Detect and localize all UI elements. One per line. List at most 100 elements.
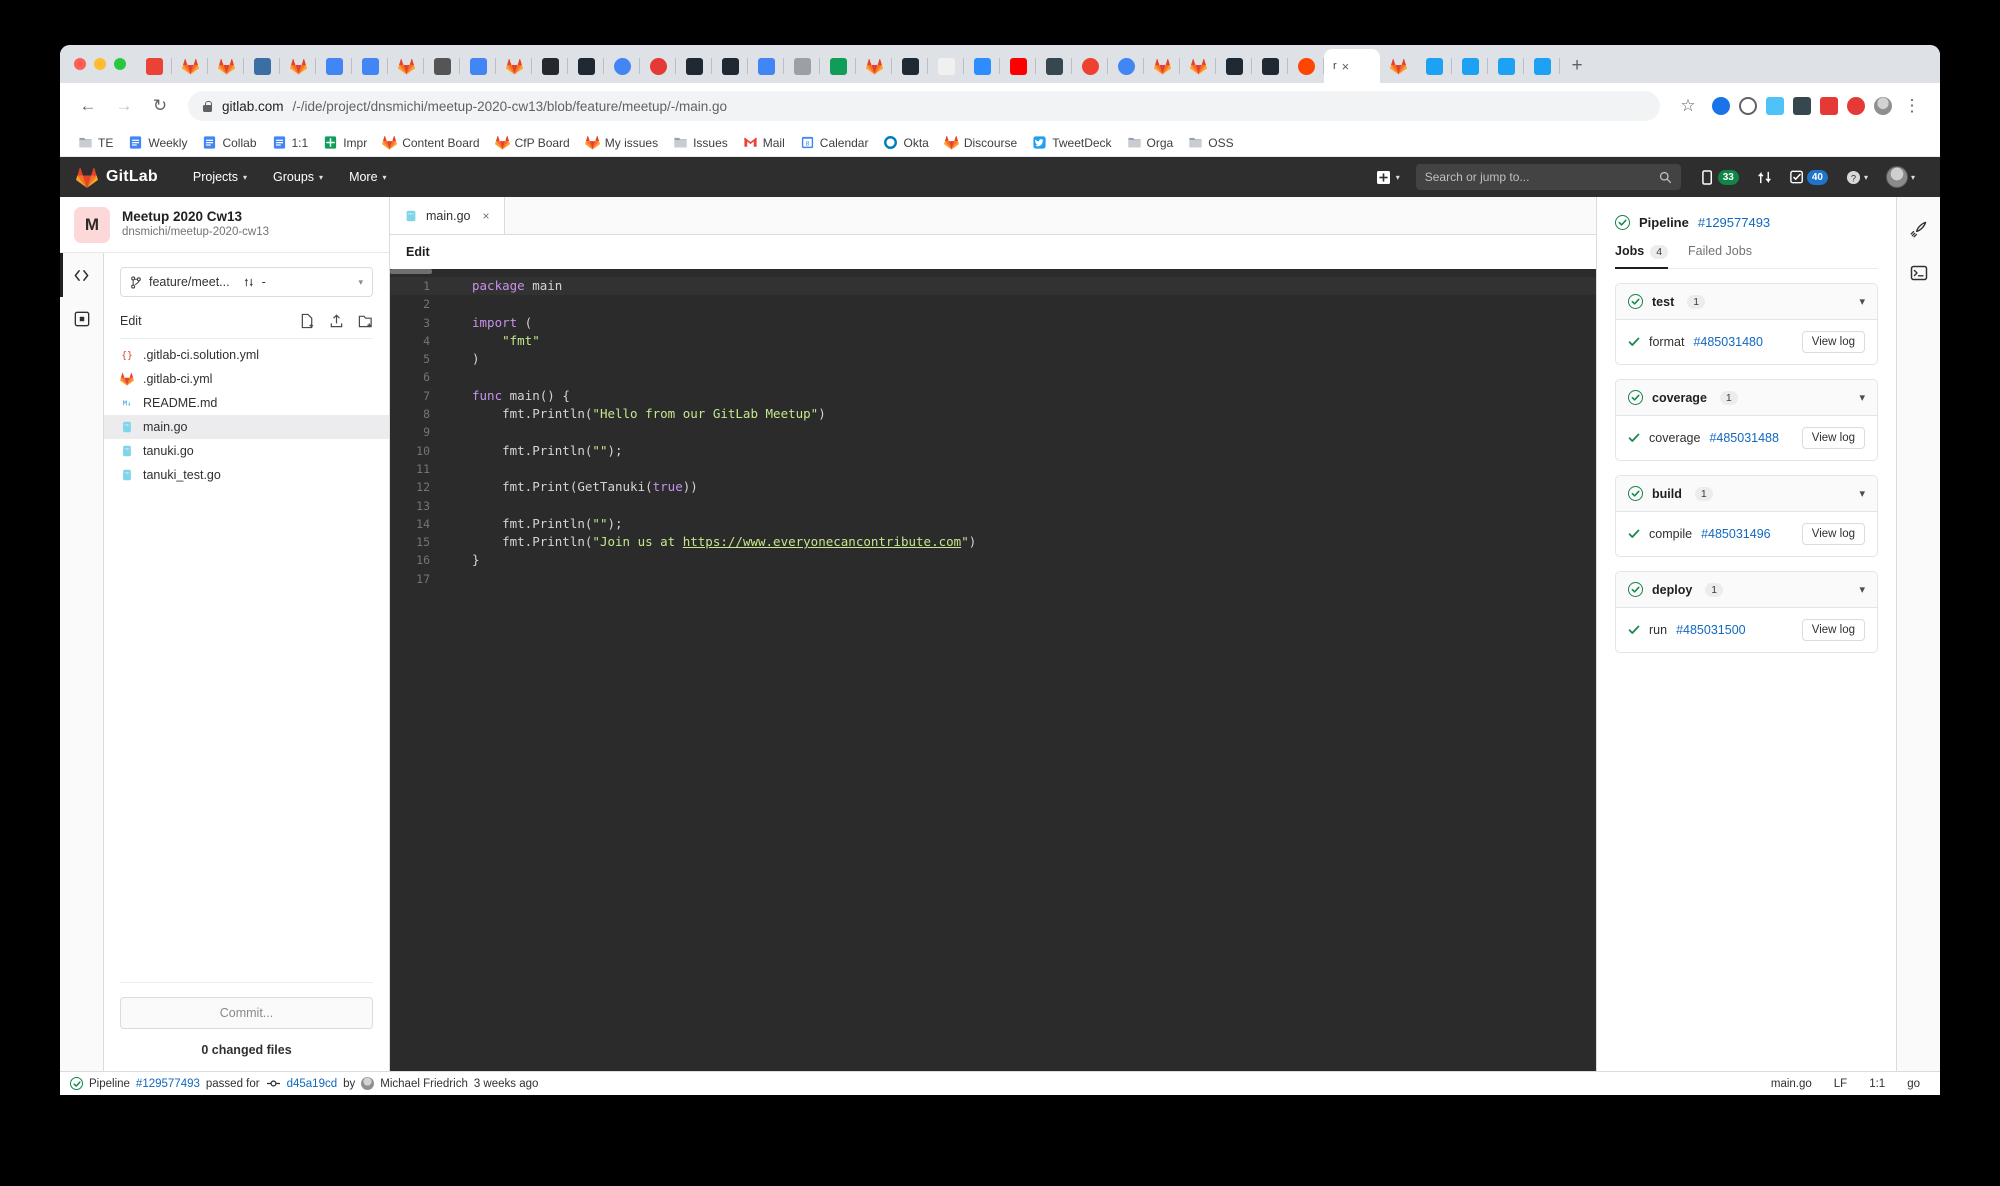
file-tree-item[interactable]: {} .gitlab-ci.solution.yml xyxy=(104,343,389,367)
profile-avatar-icon[interactable] xyxy=(1874,97,1892,115)
code-content[interactable]: package main xyxy=(442,277,562,295)
browser-tab-google-icon[interactable] xyxy=(604,49,640,83)
pipeline-tab-jobs[interactable]: Jobs 4 xyxy=(1615,244,1669,269)
file-tree-item[interactable]: main.go xyxy=(104,415,389,439)
code-content[interactable]: ) xyxy=(442,350,480,368)
chevron-down-icon[interactable]: ▾ xyxy=(1859,487,1865,500)
bookmark-item[interactable]: Content Board xyxy=(376,132,485,153)
rail-button-review[interactable] xyxy=(60,297,104,341)
browser-tab-gitlab-icon[interactable] xyxy=(1180,49,1216,83)
browser-tab-extension-icon[interactable] xyxy=(244,49,280,83)
status-right-item[interactable]: LF xyxy=(1834,1078,1847,1090)
code-content[interactable]: func main() { xyxy=(442,387,570,405)
browser-tab-twitter-icon[interactable] xyxy=(1452,49,1488,83)
bookmark-item[interactable]: Orga xyxy=(1121,132,1180,153)
bookmark-item[interactable]: 8 Calendar xyxy=(794,132,875,153)
browser-tab-zoom-icon[interactable] xyxy=(964,49,1000,83)
job-id-link[interactable]: #485031480 xyxy=(1693,335,1763,349)
status-commit-sha[interactable]: d45a19cd xyxy=(287,1078,338,1090)
browser-tab-gitlab-icon[interactable] xyxy=(208,49,244,83)
code-content[interactable]: fmt.Println("Hello from our GitLab Meetu… xyxy=(442,405,826,423)
browser-tab-gitlab-icon[interactable] xyxy=(1380,49,1416,83)
bookmark-item[interactable]: Issues xyxy=(667,132,734,153)
editor-mode-label[interactable]: Edit xyxy=(390,235,1596,269)
browser-tab-twitter-icon[interactable] xyxy=(1524,49,1560,83)
browser-tab-twitter-icon[interactable] xyxy=(1416,49,1452,83)
upload-file-icon[interactable] xyxy=(329,313,344,329)
browser-tab-g2-icon[interactable] xyxy=(1072,49,1108,83)
browser-tab-gitlab-icon[interactable] xyxy=(856,49,892,83)
project-header[interactable]: M Meetup 2020 Cw13 dnsmichi/meetup-2020-… xyxy=(60,197,389,253)
browser-tab-doc-icon[interactable] xyxy=(460,49,496,83)
nav-menu-projects[interactable]: Projects ▾ xyxy=(180,157,260,197)
commit-button[interactable]: Commit... xyxy=(120,997,373,1029)
browser-tab-github-icon[interactable] xyxy=(532,49,568,83)
browser-tab-medium-icon[interactable] xyxy=(892,49,928,83)
close-icon[interactable]: × xyxy=(1342,60,1350,73)
file-tree-item[interactable]: tanuki_test.go xyxy=(104,463,389,487)
bookmark-item[interactable]: CfP Board xyxy=(489,132,576,153)
minimize-window-button[interactable] xyxy=(94,58,106,70)
job-id-link[interactable]: #485031500 xyxy=(1676,623,1746,637)
browser-tab-active[interactable]: r × xyxy=(1324,49,1380,83)
bookmark-item[interactable]: OSS xyxy=(1182,132,1239,153)
view-log-button[interactable]: View log xyxy=(1801,331,1865,353)
browser-tab-gitlab-icon[interactable] xyxy=(388,49,424,83)
code-content[interactable] xyxy=(442,295,472,313)
bookmark-item[interactable]: Collab xyxy=(196,132,262,153)
editor-tab-main-go[interactable]: main.go × xyxy=(390,197,505,234)
reload-icon[interactable]: ↻ xyxy=(144,90,176,122)
status-right-item[interactable]: main.go xyxy=(1771,1078,1812,1090)
bookmark-item[interactable]: My issues xyxy=(579,132,664,153)
browser-tab-wikipedia-icon[interactable] xyxy=(928,49,964,83)
browser-tab-doc-icon[interactable] xyxy=(748,49,784,83)
pipeline-stage-header[interactable]: coverage 1 ▾ xyxy=(1616,380,1877,416)
code-editor[interactable]: 1 package main 2 3 import (4 "fmt" 5) 6 7 func m… xyxy=(390,269,1596,1071)
file-tree-item[interactable]: M↓ README.md xyxy=(104,391,389,415)
code-content[interactable]: } xyxy=(442,551,480,569)
chevron-down-icon[interactable]: ▾ xyxy=(1859,295,1865,308)
pipeline-stage-header[interactable]: deploy 1 ▾ xyxy=(1616,572,1877,608)
bookmark-item[interactable]: Discourse xyxy=(938,132,1023,153)
file-tree-item[interactable]: .gitlab-ci.yml xyxy=(104,367,389,391)
chevron-down-icon[interactable]: ▾ xyxy=(1859,583,1865,596)
pipeline-tab-failed-jobs[interactable]: Failed Jobs xyxy=(1688,244,1752,268)
help-button[interactable]: ? ▾ xyxy=(1837,170,1877,185)
bookmark-item[interactable]: Impr xyxy=(317,132,373,153)
new-file-icon[interactable] xyxy=(300,313,315,329)
view-log-button[interactable]: View log xyxy=(1801,523,1865,545)
browser-tab-doc-icon[interactable] xyxy=(352,49,388,83)
forward-icon[interactable]: → xyxy=(108,90,140,122)
code-content[interactable]: fmt.Println(""); xyxy=(442,515,622,533)
status-right-item[interactable]: go xyxy=(1907,1078,1920,1090)
new-item-button[interactable]: ▾ xyxy=(1367,170,1410,184)
code-content[interactable]: fmt.Println("Join us at https://www.ever… xyxy=(442,533,976,551)
extension-icon-1[interactable] xyxy=(1712,97,1730,115)
browser-tab-sheets-icon[interactable] xyxy=(820,49,856,83)
extension-icon-3[interactable] xyxy=(1793,97,1811,115)
browser-tab-gitlab-icon[interactable] xyxy=(172,49,208,83)
maximize-window-button[interactable] xyxy=(114,58,126,70)
code-content[interactable]: fmt.Println(""); xyxy=(442,442,622,460)
browser-tab-reader-icon[interactable] xyxy=(640,49,676,83)
browser-tab-medium-icon[interactable] xyxy=(676,49,712,83)
status-right-item[interactable]: 1:1 xyxy=(1869,1078,1885,1090)
browser-tab-notes-icon[interactable] xyxy=(1252,49,1288,83)
rail-button-edit[interactable] xyxy=(60,253,104,297)
bookmark-item[interactable]: 1:1 xyxy=(266,132,315,153)
browser-tab-gitlab-icon[interactable] xyxy=(496,49,532,83)
pipeline-id-link[interactable]: #129577493 xyxy=(1698,215,1770,230)
browser-tab-notes-icon[interactable] xyxy=(568,49,604,83)
browser-tab-notes-icon[interactable] xyxy=(1216,49,1252,83)
code-content[interactable] xyxy=(442,570,472,588)
code-content[interactable] xyxy=(442,368,472,386)
pipeline-stage-header[interactable]: test 1 ▾ xyxy=(1616,284,1877,320)
merge-requests-button[interactable] xyxy=(1748,170,1781,185)
bookmark-item[interactable]: Mail xyxy=(737,132,791,153)
nav-menu-groups[interactable]: Groups ▾ xyxy=(260,157,336,197)
close-icon[interactable]: × xyxy=(482,209,489,223)
code-content[interactable] xyxy=(442,497,472,515)
rail-button-terminal[interactable] xyxy=(1897,251,1941,295)
browser-tab-apple-icon[interactable] xyxy=(424,49,460,83)
browser-tab-calendar-icon[interactable] xyxy=(316,49,352,83)
